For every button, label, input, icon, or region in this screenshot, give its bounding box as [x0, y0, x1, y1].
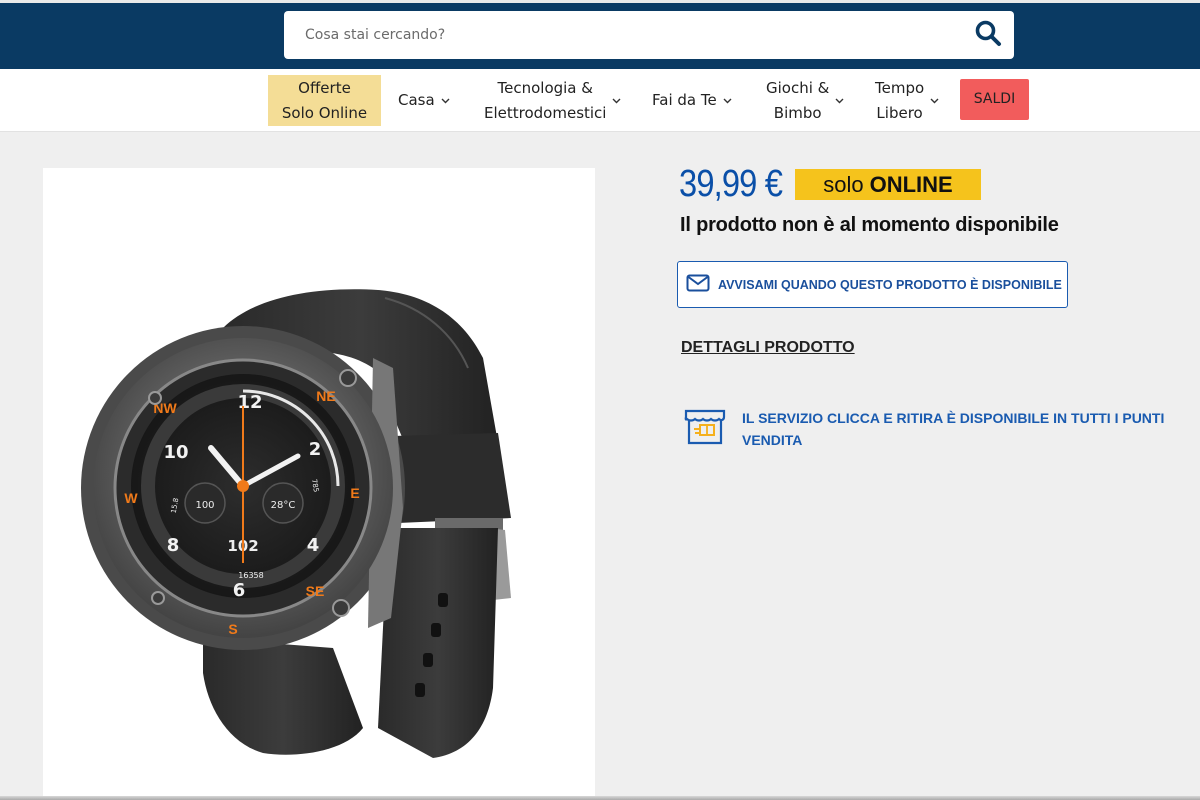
- product-price: 39,99 €: [679, 163, 783, 205]
- svg-text:100: 100: [195, 500, 214, 511]
- nav-item-tecnologia[interactable]: Tecnologia & Elettrodomestici: [484, 69, 621, 132]
- svg-text:W: W: [124, 490, 138, 506]
- svg-text:16358: 16358: [238, 571, 263, 580]
- online-only-badge: solo ONLINE: [795, 169, 981, 200]
- badge-label-online: ONLINE: [869, 171, 953, 197]
- badge-label-solo: solo: [823, 171, 864, 197]
- svg-text:2: 2: [309, 439, 322, 460]
- svg-text:SE: SE: [306, 583, 325, 599]
- nav-label: Offerte: [298, 78, 351, 97]
- nav-label: SALDI: [973, 91, 1016, 107]
- nav-item-casa[interactable]: Casa: [398, 69, 450, 132]
- chevron-down-icon: [930, 98, 939, 104]
- search-button[interactable]: [970, 17, 1006, 53]
- nav-label: Giochi &: [766, 78, 830, 97]
- search-bar: [284, 11, 1014, 59]
- svg-text:10: 10: [163, 442, 188, 463]
- chevron-down-icon: [835, 98, 844, 104]
- nav-label: Tempo: [875, 78, 925, 97]
- click-and-collect-text: IL SERVIZIO CLICCA E RITIRA È DISPONIBIL…: [742, 410, 1165, 448]
- svg-text:NE: NE: [316, 388, 335, 404]
- svg-text:12: 12: [237, 392, 262, 413]
- svg-text:4: 4: [307, 535, 320, 556]
- availability-message: Il prodotto non è al momento disponibile: [680, 214, 1059, 236]
- store-pickup-icon: [682, 405, 728, 451]
- site-header: [0, 3, 1200, 69]
- chevron-down-icon: [612, 98, 621, 104]
- svg-text:E: E: [350, 485, 359, 501]
- nav-label: Bimbo: [773, 103, 822, 122]
- nav-label: Tecnologia &: [497, 78, 593, 97]
- svg-text:S: S: [228, 621, 237, 637]
- nav-label: Casa: [398, 91, 435, 109]
- nav-item-offerte-solo-online[interactable]: Offerte Solo Online: [268, 75, 381, 126]
- nav-label: Libero: [876, 103, 923, 122]
- nav-item-giochi-bimbo[interactable]: Giochi & Bimbo: [766, 69, 844, 132]
- search-input[interactable]: [284, 11, 964, 59]
- notify-when-available-button[interactable]: AVVISAMI QUANDO QUESTO PRODOTTO È DISPON…: [677, 261, 1068, 308]
- product-image[interactable]: NE E SE S W NW 12 2 4 6 8 10 100 28°C 10…: [43, 168, 595, 800]
- mail-icon: [686, 274, 710, 296]
- nav-label: Elettrodomestici: [484, 103, 607, 122]
- nav-item-fai-da-te[interactable]: Fai da Te: [652, 69, 732, 132]
- svg-text:28°C: 28°C: [271, 500, 296, 511]
- nav-label: Solo Online: [281, 103, 368, 122]
- search-icon: [974, 19, 1002, 51]
- chevron-down-icon: [441, 98, 450, 104]
- nav-item-saldi[interactable]: SALDI: [960, 79, 1029, 120]
- svg-text:8: 8: [167, 535, 180, 556]
- main-navigation: Offerte Solo Online Casa Tecnologia & Elet…: [0, 69, 1200, 132]
- nav-label: Fai da Te: [652, 91, 717, 109]
- viewport-bottom-edge: [0, 796, 1200, 800]
- chevron-down-icon: [723, 98, 732, 104]
- notify-button-label: AVVISAMI QUANDO QUESTO PRODOTTO È DISPON…: [718, 277, 1062, 292]
- product-details-link[interactable]: DETTAGLI PRODOTTO: [681, 339, 855, 357]
- nav-item-tempo-libero[interactable]: Tempo Libero: [875, 69, 939, 132]
- svg-text:6: 6: [233, 580, 246, 601]
